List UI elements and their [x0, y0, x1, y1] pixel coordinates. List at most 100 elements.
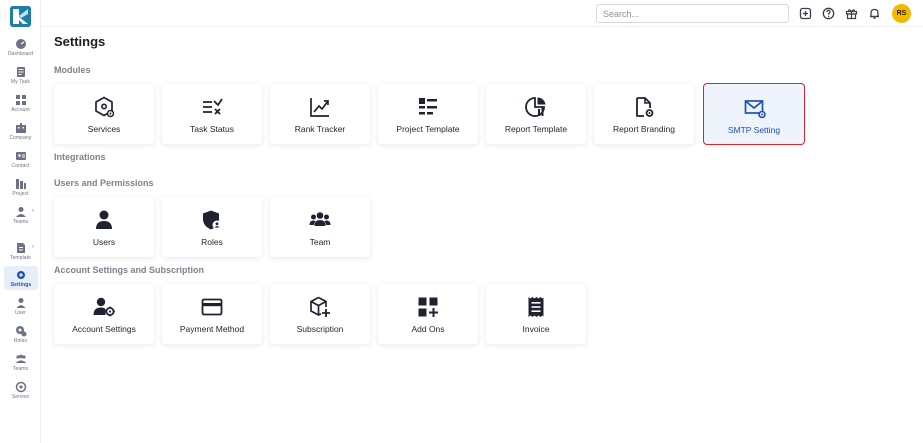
search-input[interactable] [596, 4, 789, 23]
sidebar-item-template[interactable]: › Template [0, 242, 41, 261]
card-label: Team [309, 237, 331, 247]
card-label: Invoice [522, 324, 550, 334]
dashboard-icon [15, 39, 26, 49]
task-status-icon [203, 98, 223, 115]
sidebar-item-account[interactable]: Account [0, 94, 41, 113]
sidebar-item-contact[interactable]: Contact [0, 150, 41, 169]
sidebar-item-label: Teams [12, 219, 29, 225]
card-report-template[interactable]: Report Template [486, 84, 586, 144]
sidebar-item-label: Settings [10, 282, 32, 288]
card-label: Add Ons [411, 324, 445, 334]
card-subscription[interactable]: Subscription [270, 284, 370, 344]
subscription-box-icon [310, 296, 330, 317]
sidebar-item-project[interactable]: Project [0, 178, 41, 197]
card-label: Subscription [296, 324, 344, 334]
card-rank-tracker[interactable]: Rank Tracker [270, 84, 370, 144]
app-logo[interactable] [10, 6, 31, 27]
sidebar-item-label: Contact [11, 163, 30, 169]
card-task-status[interactable]: Task Status [162, 84, 262, 144]
gift-icon[interactable] [845, 7, 858, 20]
section-title-users-permissions: Users and Permissions [54, 178, 154, 188]
role-shield-icon [203, 210, 222, 230]
project-icon [15, 179, 26, 189]
task-icon [16, 67, 25, 77]
card-label: SMTP Setting [727, 125, 781, 135]
smtp-mail-icon [744, 100, 766, 119]
project-template-icon [419, 98, 437, 115]
settings-icon [17, 271, 25, 279]
add-ons-icon [418, 297, 438, 317]
rank-tracker-icon [310, 98, 329, 117]
card-label: Rank Tracker [294, 124, 346, 134]
service-icon [15, 381, 26, 393]
section-title-integrations: Integrations [54, 152, 106, 162]
card-team[interactable]: Team [270, 197, 370, 257]
card-label: Task Status [190, 124, 234, 134]
invoice-icon [528, 297, 544, 317]
card-roles[interactable]: Roles [162, 197, 262, 257]
template-icon [16, 243, 25, 253]
report-template-icon [525, 97, 546, 117]
help-icon[interactable] [822, 7, 835, 20]
section-title-modules: Modules [54, 65, 91, 75]
user-icon [16, 298, 25, 308]
user-icon [96, 210, 112, 229]
company-icon [15, 123, 26, 133]
sidebar-item-label: Template [9, 255, 32, 261]
card-invoice[interactable]: Invoice [486, 284, 586, 344]
sidebar-item-company[interactable]: Company [0, 122, 41, 141]
new-window-icon[interactable] [799, 7, 812, 20]
sidebar-item-label: My Task [11, 79, 30, 85]
account-icon [15, 95, 26, 105]
sidebar-item-label: Project [12, 191, 29, 197]
sidebar-item-label: Service [11, 394, 30, 400]
card-project-template[interactable]: Project Template [378, 84, 478, 144]
top-bar: RS [41, 0, 923, 27]
sidebar-item-label: Teams [12, 366, 29, 372]
sidebar-item-user[interactable]: User [0, 297, 41, 316]
avatar[interactable]: RS [892, 4, 911, 23]
teams-icon [15, 207, 26, 217]
chevron-right-icon: › [32, 244, 34, 250]
bell-icon[interactable] [868, 7, 881, 20]
sidebar-item-label: Company [9, 135, 32, 141]
card-services[interactable]: Services [54, 84, 154, 144]
contact-icon [15, 152, 26, 160]
sidebar-item-teams[interactable]: › Teams [0, 206, 41, 225]
section-title-account-subscription: Account Settings and Subscription [54, 265, 205, 275]
card-label: Users [92, 237, 116, 247]
card-label: Account Settings [72, 324, 136, 334]
roles-icon [15, 326, 26, 337]
sidebar-item-settings[interactable]: Settings [4, 266, 38, 290]
sidebar-item-label: Roles [13, 338, 28, 344]
chevron-right-icon: › [32, 208, 34, 214]
card-label: Payment Method [179, 324, 245, 334]
sidebar-item-label: Account [11, 107, 30, 113]
card-users[interactable]: Users [54, 197, 154, 257]
card-add-ons[interactable]: Add Ons [378, 284, 478, 344]
credit-card-icon [201, 298, 223, 316]
card-report-branding[interactable]: Report Branding [594, 84, 694, 144]
card-smtp-setting[interactable]: SMTP Setting [703, 83, 805, 145]
card-label: Project Template [396, 124, 460, 134]
sidebar-item-my-task[interactable]: My Task [0, 66, 41, 85]
card-label: Roles [201, 237, 223, 247]
services-icon [95, 96, 115, 118]
card-account-settings[interactable]: Account Settings [54, 284, 154, 344]
account-settings-icon [93, 297, 115, 317]
report-branding-icon [636, 97, 654, 117]
teams-group-icon [15, 354, 26, 363]
sidebar-item-roles[interactable]: Roles [0, 325, 41, 344]
card-payment-method[interactable]: Payment Method [162, 284, 262, 344]
team-icon [309, 212, 331, 226]
sidebar-item-label: User [15, 310, 26, 316]
sidebar-item-service[interactable]: Service [0, 381, 41, 400]
sidebar-item-dashboard[interactable]: Dashboard [0, 38, 41, 57]
sidebar: Dashboard My Task Account Company Contac… [0, 0, 41, 443]
sidebar-item-teams-group[interactable]: Teams [0, 353, 41, 372]
card-label: Services [87, 124, 121, 134]
card-label: Report Branding [613, 124, 675, 134]
card-label: Report Template [504, 124, 568, 134]
page-title: Settings [54, 34, 106, 49]
sidebar-item-label: Dashboard [7, 51, 34, 57]
